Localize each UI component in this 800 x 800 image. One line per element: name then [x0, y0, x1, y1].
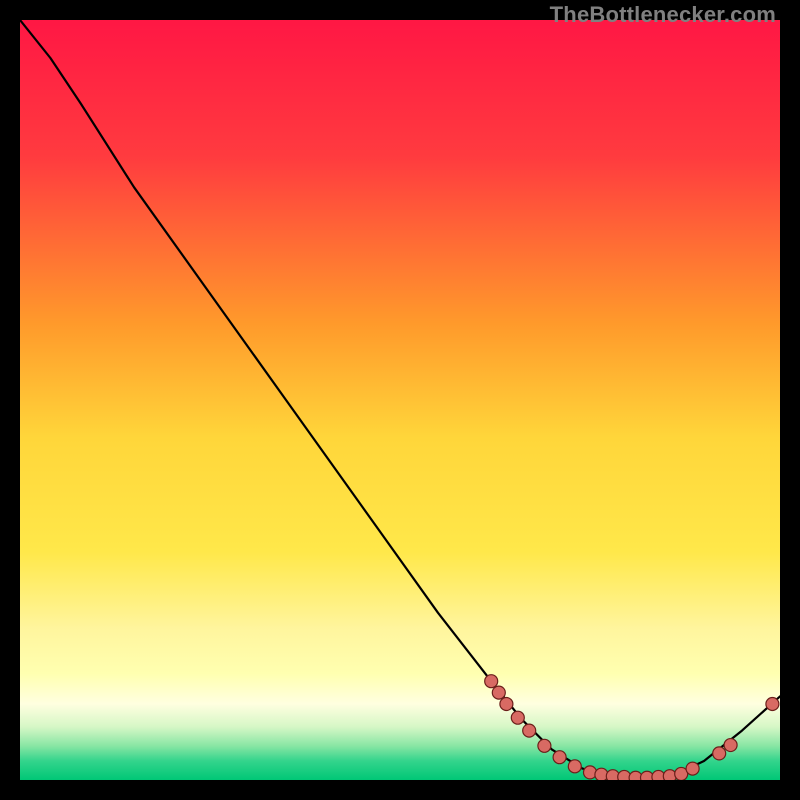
- data-marker: [713, 747, 726, 760]
- data-marker: [500, 698, 513, 711]
- watermark-label: TheBottlenecker.com: [550, 2, 776, 28]
- data-marker: [538, 739, 551, 752]
- bottleneck-chart: [20, 20, 780, 780]
- data-marker: [766, 698, 779, 711]
- data-marker: [553, 751, 566, 764]
- data-marker: [595, 768, 608, 780]
- data-marker: [485, 675, 498, 688]
- data-marker: [523, 724, 536, 737]
- chart-frame: [20, 20, 780, 780]
- data-marker: [511, 711, 524, 724]
- data-marker: [492, 686, 505, 699]
- data-marker: [724, 739, 737, 752]
- data-marker: [568, 760, 581, 773]
- data-marker: [686, 762, 699, 775]
- chart-background-gradient: [20, 20, 780, 780]
- data-marker: [584, 766, 597, 779]
